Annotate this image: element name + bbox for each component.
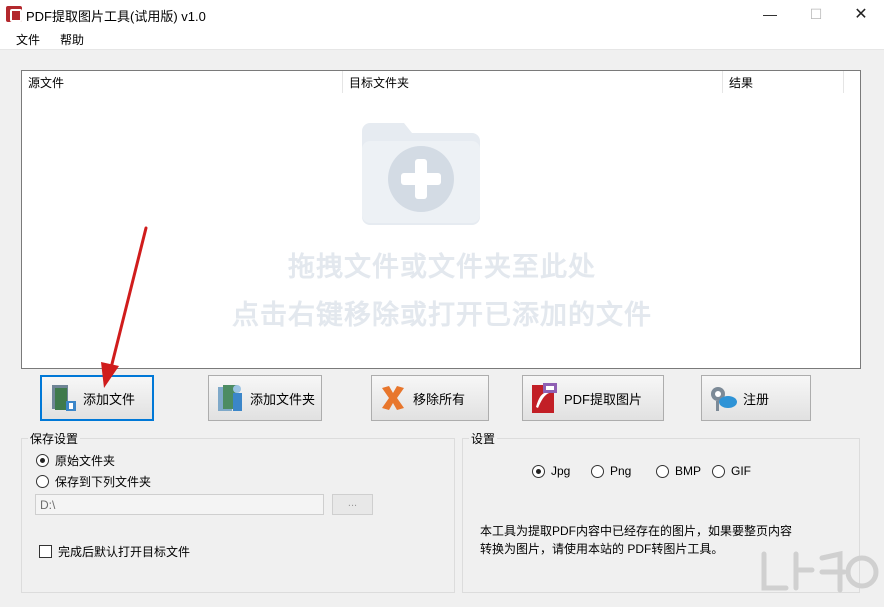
annotation-arrow-icon bbox=[101, 226, 148, 388]
watermark-logo-icon bbox=[761, 550, 879, 593]
